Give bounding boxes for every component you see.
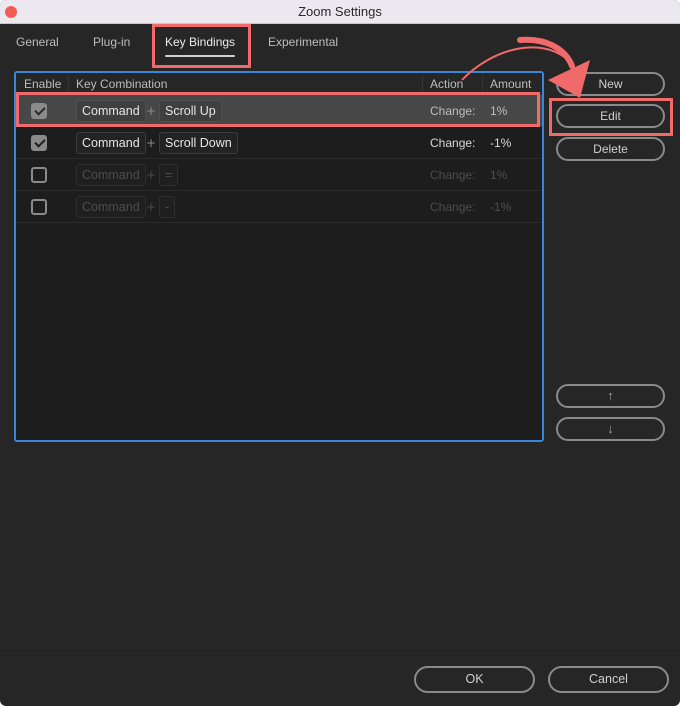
amount-value: 1% (490, 168, 508, 182)
cancel-button[interactable]: Cancel (548, 666, 669, 693)
modifier-key[interactable]: Command (76, 196, 146, 218)
annotation-highlight-edit (549, 98, 673, 136)
header-key-combination: Key Combination (76, 77, 168, 91)
tab-experimental[interactable]: Experimental (268, 35, 338, 49)
amount-value: -1% (490, 136, 512, 150)
plus-sign: + (146, 168, 157, 182)
annotation-highlight-row (16, 92, 540, 127)
tab-label: Experimental (268, 35, 339, 49)
annotation-highlight-tab (152, 24, 251, 68)
amount-value: -1% (490, 200, 512, 214)
arrow-up-icon: ↑ (607, 388, 614, 403)
trigger-key[interactable]: Scroll Down (159, 132, 238, 154)
tab-bar: General Plug-in Key Bindings Experimenta… (0, 24, 680, 64)
trigger-key[interactable]: = (159, 164, 179, 186)
table-row[interactable]: Command + = Change: 1% (16, 159, 542, 191)
new-button[interactable]: New (556, 72, 665, 96)
header-action: Action (430, 77, 464, 91)
move-down-button[interactable]: ↓ (556, 417, 665, 441)
header-divider (68, 75, 69, 93)
header-divider (422, 75, 423, 93)
window-title: Zoom Settings (298, 4, 382, 19)
tab-label: General (16, 35, 59, 49)
tab-label: Plug-in (93, 35, 131, 49)
ok-button[interactable]: OK (414, 666, 535, 693)
action-label: Change: (430, 136, 476, 150)
trigger-key[interactable]: - (159, 196, 176, 218)
modifier-key[interactable]: Command (76, 164, 146, 186)
title-bar: Zoom Settings (0, 0, 680, 24)
tab-plug-in[interactable]: Plug-in (93, 35, 130, 49)
footer-divider (0, 650, 680, 651)
move-up-button[interactable]: ↑ (556, 384, 665, 408)
header-amount: Amount (490, 77, 532, 91)
header-divider (482, 75, 483, 93)
header-enable: Enable (24, 77, 62, 91)
plus-sign: + (146, 136, 157, 150)
arrow-down-icon: ↓ (607, 421, 614, 436)
tab-general[interactable]: General (16, 35, 59, 49)
action-label: Change: (430, 168, 476, 182)
enable-checkbox[interactable] (31, 135, 47, 151)
modifier-key[interactable]: Command (76, 132, 146, 154)
table-row[interactable]: Command + - Change: -1% (16, 191, 542, 223)
table-row[interactable]: Command + Scroll Down Change: -1% (16, 127, 542, 159)
plus-sign: + (146, 200, 157, 214)
enable-checkbox[interactable] (31, 199, 47, 215)
action-label: Change: (430, 200, 476, 214)
delete-button[interactable]: Delete (556, 137, 665, 161)
enable-checkbox[interactable] (31, 167, 47, 183)
zoom-settings-window: Zoom Settings General Plug-in Key Bindin… (0, 0, 680, 706)
